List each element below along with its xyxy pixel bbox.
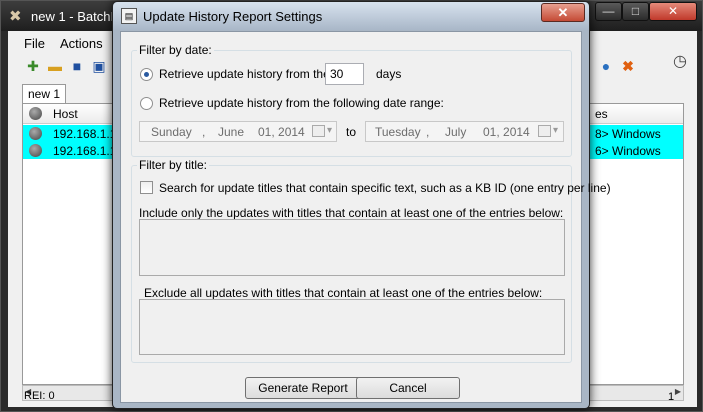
status-right: 1 (668, 391, 675, 403)
dialog-body: Filter by date: Retrieve update history … (120, 31, 611, 403)
to-date-picker[interactable]: Tuesday , July 01, 2014 ▾ (365, 121, 564, 142)
generate-report-button[interactable]: Generate Report (245, 377, 361, 399)
search-titles-checkbox[interactable] (140, 181, 153, 194)
include-label: Include only the updates with titles tha… (139, 206, 564, 220)
to-date: 01, 2014 (483, 125, 530, 139)
tab-new-1[interactable]: new 1 (22, 84, 66, 104)
from-day: Sunday (151, 125, 192, 139)
from-sep: , (202, 125, 206, 139)
delete-x-icon[interactable]: ✖ (619, 57, 637, 75)
host-os: 8> Windows (595, 127, 661, 141)
days-input[interactable]: 30 (325, 63, 364, 85)
date-range-label: Retrieve update history from the followi… (159, 96, 444, 110)
to-month: July (445, 125, 467, 139)
menu-actions[interactable]: Actions (60, 36, 103, 51)
save-all-icon[interactable]: ▣ (90, 57, 108, 75)
calendar-icon[interactable] (312, 125, 325, 137)
cancel-button[interactable]: Cancel (356, 377, 460, 399)
filter-title-group: Filter by title: Search for update title… (131, 158, 611, 363)
to-label: to (346, 125, 357, 139)
update-history-dialog: ▤ Update History Report Settings ✕ Filte… (112, 1, 611, 409)
menu-file[interactable]: File (24, 36, 45, 51)
dialog-title-bar: ▤ Update History Report Settings ✕ (113, 2, 589, 30)
include-textarea[interactable] (139, 219, 565, 276)
host-os: 6> Windows (595, 144, 661, 158)
from-date-picker[interactable]: Sunday , June 01, 2014 ▾ (139, 121, 337, 142)
filter-date-group: Filter by date: Retrieve update history … (131, 43, 572, 157)
clock-badge-icon[interactable]: ◷ (671, 53, 689, 71)
days-unit-label: days (376, 67, 402, 81)
app-x-icon: ✖ (9, 8, 22, 25)
column-host[interactable]: Host (53, 107, 78, 121)
exclude-textarea[interactable] (139, 299, 565, 355)
host-status-icon (29, 144, 42, 157)
globe-icon[interactable]: ● (597, 57, 615, 75)
status-header-icon (29, 107, 42, 120)
to-sep: , (426, 125, 430, 139)
host-status-icon (29, 127, 42, 140)
filter-date-label: Filter by date: (137, 43, 214, 57)
from-date: 01, 2014 (258, 125, 305, 139)
last-days-label: Retrieve update history from the last (159, 67, 352, 81)
chevron-down-icon[interactable]: ▾ (327, 125, 332, 136)
save-icon[interactable]: ■ (68, 57, 86, 75)
calendar-icon[interactable] (538, 125, 551, 137)
exclude-label: Exclude all updates with titles that con… (144, 286, 543, 300)
radio-last-days[interactable] (140, 68, 153, 81)
column-os[interactable]: es (595, 107, 608, 121)
minimize-button-right[interactable]: — (595, 2, 622, 21)
dialog-window-icon: ▤ (121, 8, 137, 24)
new-doc-icon[interactable]: ✚ (24, 57, 42, 75)
maximize-button-right[interactable]: □ (622, 2, 649, 21)
open-folder-icon[interactable]: ▬ (46, 57, 64, 75)
search-titles-label: Search for update titles that contain sp… (159, 181, 611, 195)
main-close-button[interactable]: ✕ (649, 2, 697, 21)
dialog-title: Update History Report Settings (143, 9, 323, 24)
radio-date-range[interactable] (140, 97, 153, 110)
filter-title-label: Filter by title: (137, 158, 210, 172)
chevron-down-icon[interactable]: ▾ (553, 125, 558, 136)
to-day: Tuesday (375, 125, 421, 139)
dialog-close-button[interactable]: ✕ (541, 3, 585, 22)
from-month: June (218, 125, 245, 139)
status-left: REI: 0 (24, 390, 55, 402)
